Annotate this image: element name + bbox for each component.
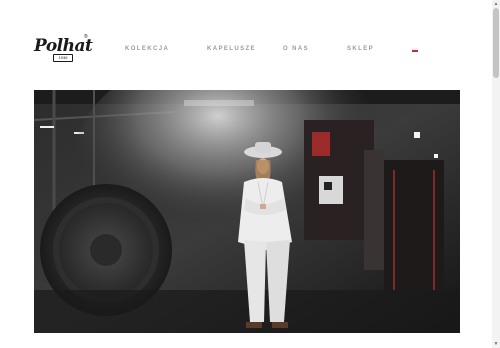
flag-stripe-red: [412, 50, 418, 52]
scroll-thumb[interactable]: [493, 8, 499, 78]
hero-image: [34, 90, 460, 333]
nav-item-kolekcja[interactable]: KOLEKCJA: [125, 45, 169, 53]
hero-photo: [34, 90, 460, 333]
logo-year-badge: 1936: [53, 54, 73, 62]
scroll-down-icon[interactable]: ▼: [492, 340, 500, 348]
logo-registered-mark: ®: [84, 34, 88, 40]
poland-flag-icon[interactable]: [412, 48, 418, 52]
nav-item-o-nas[interactable]: O NAS: [283, 45, 309, 53]
logo-wordmark: Polhat: [34, 36, 93, 56]
scroll-up-icon[interactable]: ▲: [492, 0, 500, 8]
page-scrollbar[interactable]: ▲ ▼: [492, 0, 500, 348]
site-header: Polhat ® 1936 KOLEKCJA KAPELUSZE O NAS S…: [0, 0, 492, 90]
nav-item-kapelusze[interactable]: KAPELUSZE: [207, 45, 256, 53]
brand-logo[interactable]: Polhat ® 1936: [34, 34, 93, 62]
nav-item-sklep[interactable]: SKLEP: [347, 45, 374, 53]
